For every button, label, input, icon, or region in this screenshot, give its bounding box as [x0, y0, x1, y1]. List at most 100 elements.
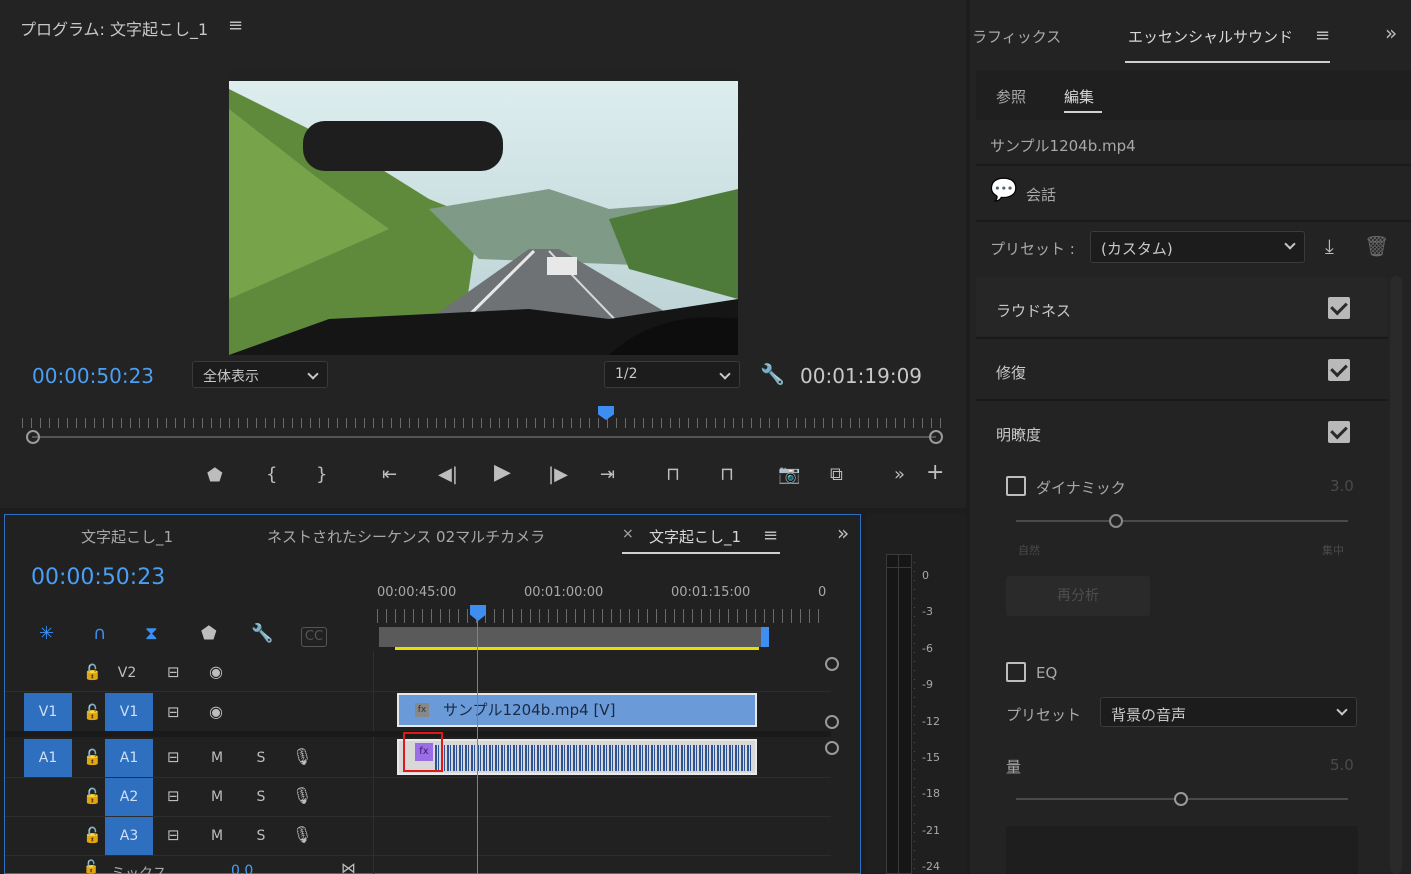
timeline-tab-2[interactable]: ネストされたシーケンス 02マルチカメラ [267, 526, 545, 547]
mix-end-icon[interactable]: ⋈ [341, 859, 356, 874]
clarity-checkbox[interactable] [1328, 421, 1350, 443]
microphone-icon[interactable]: 🎙 [292, 748, 312, 766]
timeline-ruler[interactable] [377, 609, 827, 623]
eye-icon[interactable]: ◉ [209, 663, 223, 681]
timeline-tab-active[interactable]: 文字起こし_1 [649, 526, 741, 547]
step-back-icon[interactable]: ◀| [438, 466, 458, 484]
dynamics-slider-thumb[interactable] [1109, 514, 1123, 528]
amount-value[interactable]: 5.0 [1330, 756, 1354, 774]
tab-essential-sound[interactable]: エッセンシャルサウンド [1128, 26, 1293, 47]
track-v2[interactable]: V2 [107, 665, 147, 681]
solo-button[interactable]: S [253, 789, 269, 805]
vscroll-handle[interactable] [825, 741, 839, 755]
panel-menu-icon[interactable]: ≡ [1315, 27, 1330, 45]
video-clip[interactable]: fx サンプル1204b.mp4 [V] [397, 693, 757, 727]
zoom-scroll-bar[interactable] [32, 436, 936, 438]
vscroll-handle[interactable] [825, 715, 839, 729]
loudness-checkbox[interactable] [1328, 297, 1350, 319]
go-to-in-icon[interactable]: ⇤ [382, 466, 397, 484]
tab-graphics[interactable]: ラフィックス [972, 26, 1061, 47]
sync-lock-icon[interactable]: ⊟ [167, 663, 180, 681]
lock-icon[interactable]: 🔓 [83, 859, 99, 874]
compare-view-icon[interactable]: ⧉ [830, 466, 843, 484]
settings-wrench-icon[interactable]: 🔧 [760, 364, 785, 384]
mark-in-icon[interactable]: { [266, 466, 277, 484]
panel-menu-icon[interactable]: ≡ [763, 527, 778, 545]
fx-badge[interactable]: fx [403, 732, 443, 772]
sync-lock-icon[interactable]: ⊟ [167, 703, 180, 721]
microphone-icon[interactable]: 🎙 [292, 826, 312, 844]
amount-slider-thumb[interactable] [1174, 792, 1188, 806]
lock-icon[interactable]: 🔓 [83, 826, 102, 844]
step-forward-icon[interactable]: |▶ [548, 466, 568, 484]
add-button-icon[interactable]: + [926, 462, 944, 484]
subtab-browse[interactable]: 参照 [996, 86, 1026, 107]
overflow-chevrons-icon[interactable]: » [837, 523, 849, 543]
timeline-timecode[interactable]: 00:00:50:23 [31, 565, 165, 590]
current-timecode[interactable]: 00:00:50:23 [32, 364, 154, 388]
eq-preset-select[interactable]: 背景の音声 [1100, 697, 1357, 727]
overflow-chevrons-icon[interactable]: » [1385, 23, 1397, 43]
lock-icon[interactable]: 🔓 [83, 703, 102, 721]
microphone-icon[interactable]: 🎙 [292, 787, 312, 805]
track-a2[interactable]: A2 [105, 778, 153, 816]
track-a1[interactable]: A1 [105, 739, 153, 777]
wrench-icon[interactable]: 🔧 [251, 625, 273, 643]
play-icon[interactable]: ▶ [494, 462, 511, 484]
camera-icon[interactable]: 📷 [778, 466, 800, 484]
more-chevrons-icon[interactable]: » [894, 466, 905, 484]
program-monitor-title[interactable]: プログラム: 文字起こし_1 [20, 16, 208, 40]
delete-preset-icon[interactable]: 🗑 [1364, 236, 1389, 256]
sync-lock-icon[interactable]: ⊟ [167, 748, 180, 766]
zoom-handle-right[interactable] [929, 430, 943, 444]
mark-out-icon[interactable]: } [316, 466, 327, 484]
sync-lock-icon[interactable]: ⊟ [167, 826, 180, 844]
subtab-edit[interactable]: 編集 [1064, 86, 1094, 107]
source-patch-v1[interactable]: V1 [24, 693, 72, 731]
monitor-time-ruler[interactable] [22, 410, 944, 430]
solo-button[interactable]: S [253, 750, 269, 766]
close-tab-icon[interactable]: × [622, 526, 634, 542]
linked-selection-icon[interactable]: ⧗ [145, 625, 158, 643]
solo-button[interactable]: S [253, 828, 269, 844]
track-a3[interactable]: A3 [105, 817, 153, 855]
work-area-bar[interactable] [379, 627, 765, 647]
zoom-select[interactable]: 全体表示 [192, 361, 328, 388]
captions-icon[interactable]: CC [301, 627, 327, 647]
magnet-icon[interactable]: ∩ [93, 625, 106, 643]
repair-label[interactable]: 修復 [996, 362, 1026, 383]
extract-icon[interactable]: ⊓ [720, 466, 734, 484]
add-marker-icon[interactable]: ⬟ [207, 467, 223, 485]
vscroll-handle[interactable] [825, 657, 839, 671]
repair-checkbox[interactable] [1328, 359, 1350, 381]
clarity-label[interactable]: 明瞭度 [996, 424, 1041, 445]
lift-icon[interactable]: ⊓ [666, 466, 680, 484]
loudness-label[interactable]: ラウドネス [996, 300, 1071, 321]
source-patch-a1[interactable]: A1 [24, 739, 72, 777]
snap-icon[interactable]: ✳ [39, 625, 54, 643]
add-marker-icon[interactable]: ⬟ [201, 625, 217, 643]
audio-clip[interactable] [397, 739, 757, 775]
zoom-handle-left[interactable] [26, 430, 40, 444]
dynamics-slider-track[interactable] [1016, 520, 1348, 522]
panel-menu-icon[interactable]: ≡ [228, 17, 243, 35]
dynamics-value[interactable]: 3.0 [1330, 477, 1354, 495]
mix-value[interactable]: 0.0 [231, 863, 253, 874]
work-area-end[interactable] [761, 627, 769, 647]
dynamics-checkbox[interactable] [1006, 476, 1026, 496]
timeline-tab-1[interactable]: 文字起こし_1 [81, 526, 173, 547]
panel-scrollbar[interactable] [1390, 276, 1402, 874]
sync-lock-icon[interactable]: ⊟ [167, 787, 180, 805]
mute-button[interactable]: M [209, 750, 225, 766]
track-v1[interactable]: V1 [105, 693, 153, 731]
eye-icon[interactable]: ◉ [209, 703, 223, 721]
mute-button[interactable]: M [209, 789, 225, 805]
mute-button[interactable]: M [209, 828, 225, 844]
reanalyze-button[interactable]: 再分析 [1006, 576, 1150, 616]
resolution-select[interactable]: 1/2 [604, 361, 740, 388]
lock-icon[interactable]: 🔓 [83, 663, 102, 681]
preset-select[interactable]: (カスタム) [1090, 231, 1305, 263]
go-to-out-icon[interactable]: ⇥ [600, 466, 615, 484]
lock-icon[interactable]: 🔓 [83, 787, 102, 805]
save-preset-icon[interactable]: ⤓ [1325, 236, 1334, 256]
